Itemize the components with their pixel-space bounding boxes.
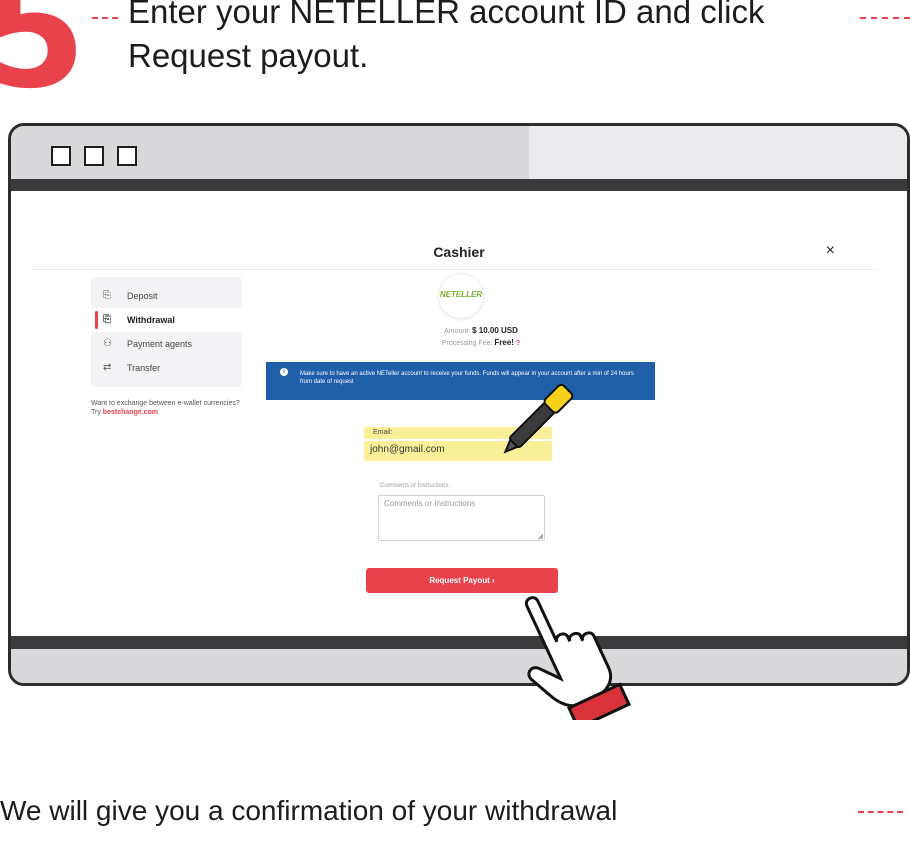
comments-label: Comments or Instructions: bbox=[380, 483, 451, 489]
nav-label-withdrawal: Withdrawal bbox=[127, 315, 175, 325]
window-button-2[interactable] bbox=[84, 146, 104, 166]
bestchange-link[interactable]: bestchange.com bbox=[103, 409, 158, 416]
email-label: Email: bbox=[373, 429, 393, 436]
request-payout-label: Request Payout bbox=[429, 576, 490, 585]
agent-icon: ⚇ bbox=[103, 338, 112, 349]
transfer-icon: ⇄ bbox=[103, 362, 112, 373]
step-number: 5 bbox=[0, 0, 87, 122]
comments-textarea[interactable]: Comments or Instructions ◢ bbox=[378, 495, 545, 541]
nav-item-deposit[interactable]: ⎘ Deposit bbox=[91, 284, 242, 308]
header-divider bbox=[31, 269, 879, 270]
cashier-page: Cashier × ⎘ Deposit ⎘ Withdrawal ⚇ Payme… bbox=[11, 191, 907, 636]
dash-right bbox=[860, 17, 910, 19]
footer-text: We will give you a confirmation of your … bbox=[0, 795, 618, 826]
window-button-3[interactable] bbox=[117, 146, 137, 166]
neteller-logo: NETELLER bbox=[438, 273, 484, 319]
neteller-logo-text: NETELLER bbox=[439, 290, 483, 299]
wallet-icon: ⎘ bbox=[103, 290, 111, 301]
side-nav: ⎘ Deposit ⎘ Withdrawal ⚇ Payment agents … bbox=[91, 277, 242, 387]
window-button-1[interactable] bbox=[51, 146, 71, 166]
fee-value: Free! bbox=[494, 338, 514, 347]
comments-placeholder: Comments or Instructions bbox=[384, 499, 476, 508]
browser-window: Cashier × ⎘ Deposit ⎘ Withdrawal ⚇ Payme… bbox=[8, 123, 910, 686]
instruction-text: Enter your NETELLER account ID and click… bbox=[128, 0, 764, 78]
resize-handle-icon[interactable]: ◢ bbox=[538, 532, 543, 540]
wallet-icon: ⎘ bbox=[103, 314, 111, 325]
fee-line: Processing Fee: Free! ? bbox=[331, 338, 631, 347]
window-footer bbox=[11, 649, 907, 683]
highlighter-pen-icon bbox=[503, 383, 574, 454]
fee-label: Processing Fee: bbox=[441, 340, 493, 347]
nav-item-transfer[interactable]: ⇄ Transfer bbox=[91, 356, 242, 380]
dash-bottom bbox=[858, 811, 903, 813]
chevron-right-icon: › bbox=[492, 576, 495, 585]
fee-help-icon[interactable]: ? bbox=[516, 340, 520, 347]
info-icon: i bbox=[280, 368, 288, 376]
nav-item-withdrawal[interactable]: ⎘ Withdrawal bbox=[91, 308, 242, 332]
cashier-title: Cashier bbox=[433, 244, 485, 260]
exchange-note: Want to exchange between e-wallet curren… bbox=[91, 399, 251, 417]
instruction-line-1: Enter your NETELLER account ID and click bbox=[128, 0, 765, 30]
nav-label-transfer: Transfer bbox=[127, 363, 161, 373]
amount-label: Amount: bbox=[444, 328, 471, 335]
nav-label-payment-agents: Payment agents bbox=[127, 339, 193, 349]
bottom-dark-bar bbox=[11, 636, 907, 649]
top-dark-bar bbox=[11, 179, 907, 191]
close-icon[interactable]: × bbox=[826, 242, 835, 260]
instruction-line-2: Request payout. bbox=[128, 37, 369, 74]
nav-item-payment-agents[interactable]: ⚇ Payment agents bbox=[91, 332, 242, 356]
amount-line: Amount: $ 10.00 USD bbox=[331, 326, 631, 335]
amount-value: $ 10.00 USD bbox=[472, 326, 518, 335]
title-bar-right bbox=[529, 126, 907, 179]
dash-left bbox=[92, 17, 118, 19]
nav-label-deposit: Deposit bbox=[127, 291, 158, 301]
info-banner: i Make sure to have an active NETeller a… bbox=[266, 362, 655, 400]
hand-pointer-icon bbox=[524, 596, 631, 720]
